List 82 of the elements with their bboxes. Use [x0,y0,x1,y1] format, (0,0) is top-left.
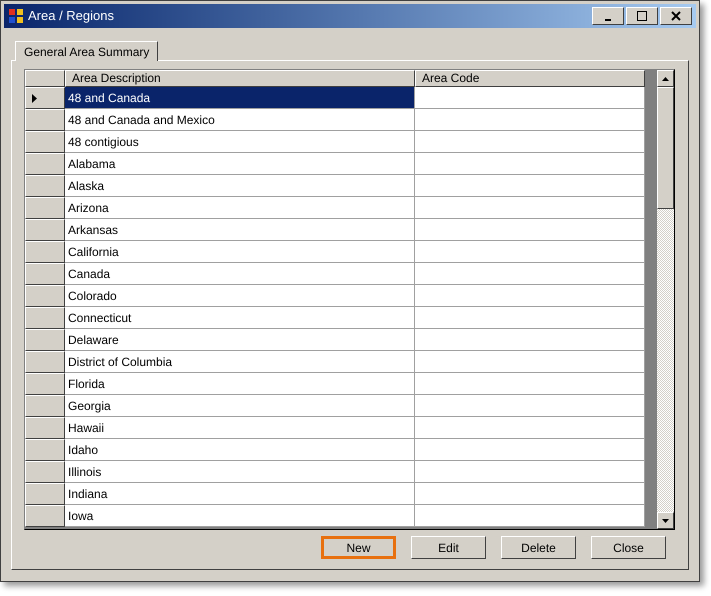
table-cell[interactable] [415,175,645,197]
row-header[interactable] [25,351,65,373]
down-arrow-icon [662,518,669,522]
table-cell[interactable]: Indiana [65,483,415,505]
row-header[interactable] [25,329,65,351]
table-cell[interactable]: 48 and Canada and Mexico [65,109,415,131]
scroll-up-button[interactable] [657,70,674,87]
table-cell[interactable]: Connecticut [65,307,415,329]
table-cell[interactable]: Delaware [65,329,415,351]
table-cell[interactable] [415,263,645,285]
table-cell[interactable] [415,197,645,219]
column-header[interactable]: Area Code [415,70,645,87]
column-header[interactable]: Area Description [65,70,415,87]
table-cell[interactable]: California [65,241,415,263]
action-button[interactable]: Close [591,536,666,559]
table-cell[interactable] [415,307,645,329]
row-header[interactable] [25,241,65,263]
row-header[interactable] [25,219,65,241]
up-arrow-icon [662,76,669,80]
table-cell[interactable]: Iowa [65,505,415,527]
table-cell[interactable]: Canada [65,263,415,285]
scrollbar[interactable] [657,70,674,529]
row-header[interactable] [25,505,65,527]
table-cell[interactable]: Hawaii [65,417,415,439]
table-cell[interactable]: Idaho [65,439,415,461]
table-cell[interactable] [415,373,645,395]
window-title: Area / Regions [28,7,114,26]
maximize-icon [637,11,647,21]
close-icon [671,11,681,21]
table-cell[interactable]: Arkansas [65,219,415,241]
table-cell[interactable]: 48 contigious [65,131,415,153]
table-cell[interactable]: 48 and Canada [65,87,415,109]
scroll-thumb[interactable] [657,87,674,209]
row-header[interactable] [25,175,65,197]
row-header[interactable] [25,87,65,109]
row-header[interactable] [25,373,65,395]
table-cell[interactable] [415,87,645,109]
action-button[interactable]: Edit [411,536,486,559]
row-header[interactable] [25,131,65,153]
action-button[interactable]: New [321,536,396,559]
minimize-button[interactable] [592,7,624,25]
row-header[interactable] [25,263,65,285]
scroll-down-button[interactable] [657,512,674,529]
row-header[interactable] [25,483,65,505]
table-cell[interactable]: Florida [65,373,415,395]
corner-header [25,70,65,87]
table-cell[interactable] [415,505,645,527]
table-cell[interactable] [415,109,645,131]
table-cell[interactable] [415,351,645,373]
table-cell[interactable] [415,483,645,505]
table-cell[interactable] [415,131,645,153]
row-header[interactable] [25,285,65,307]
table-cell[interactable]: Alaska [65,175,415,197]
table-cell[interactable] [415,153,645,175]
table-cell[interactable] [415,329,645,351]
row-header[interactable] [25,417,65,439]
table-cell[interactable] [415,417,645,439]
app-icon [8,8,24,24]
table-cell[interactable]: Arizona [65,197,415,219]
table-cell[interactable] [415,219,645,241]
row-header[interactable] [25,439,65,461]
table-cell[interactable] [415,395,645,417]
table-cell[interactable] [415,241,645,263]
table-cell[interactable]: Colorado [65,285,415,307]
maximize-button[interactable] [626,7,658,25]
row-header[interactable] [25,461,65,483]
minimize-icon [605,18,611,20]
table-cell[interactable] [415,461,645,483]
row-header[interactable] [25,307,65,329]
action-button[interactable]: Delete [501,536,576,559]
table-cell[interactable]: Georgia [65,395,415,417]
tab[interactable]: General Area Summary [15,41,158,61]
table-cell[interactable] [415,439,645,461]
table-cell[interactable]: Illinois [65,461,415,483]
close-button[interactable] [660,7,692,25]
table-cell[interactable]: Alabama [65,153,415,175]
table-cell[interactable] [415,285,645,307]
row-header[interactable] [25,197,65,219]
row-header[interactable] [25,395,65,417]
row-header[interactable] [25,153,65,175]
table-cell[interactable]: District of Columbia [65,351,415,373]
row-header[interactable] [25,109,65,131]
